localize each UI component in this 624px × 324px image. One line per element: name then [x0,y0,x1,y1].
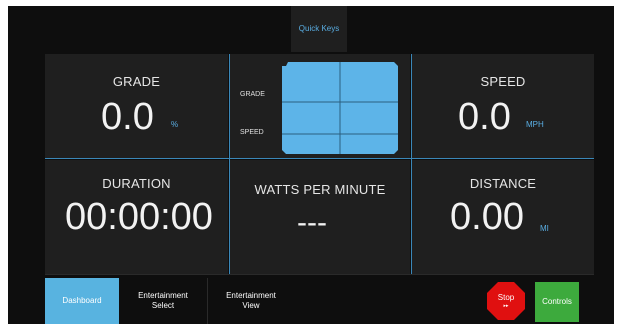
entertainment-select-tab[interactable]: Entertainment Select [121,278,205,324]
divider-horizontal [45,158,594,159]
dashboard-tab-label: Dashboard [62,296,102,305]
treadmill-dashboard-screen: Quick Keys GRADE 0.0 % GRADE SPEED SPEED… [8,6,614,324]
quick-keys-tab[interactable]: Quick Keys [291,6,347,52]
divider-right [411,54,412,274]
duration-title: DURATION [102,176,171,191]
grade-speed-chart [282,62,398,154]
watts-title: WATTS PER MINUTE [254,182,386,197]
distance-title: DISTANCE [469,176,537,191]
grade-title: GRADE [112,74,161,89]
divider-bottom [45,274,594,275]
grade-unit: % [171,120,179,129]
watts-value: --- [297,206,327,239]
duration-value: 00:00:00 [65,196,213,238]
duration-panel: DURATION 00:00:00 [45,160,228,274]
grade-value: 0.0 [101,96,154,138]
entertainment-select-line1: Entertainment [138,291,188,300]
speed-unit: MPH [526,120,544,129]
speed-value: 0.0 [458,96,511,138]
entertainment-view-tab[interactable]: Entertainment View [207,278,294,324]
entertainment-view-line2: View [242,301,260,310]
distance-value: 0.00 [450,196,524,238]
entertainment-view-line1: Entertainment [226,291,276,300]
graph-panel: GRADE SPEED [230,54,410,158]
speed-title: SPEED [480,74,526,89]
watts-panel: WATTS PER MINUTE --- [230,160,410,274]
distance-panel: DISTANCE 0.00 MI [412,160,594,274]
stop-sub-label: ▸▸ [503,303,509,309]
grade-panel: GRADE 0.0 % [45,54,228,158]
distance-unit: MI [540,224,549,233]
controls-button[interactable]: Controls [535,282,579,322]
dashboard-tab[interactable]: Dashboard [45,278,119,324]
stop-label: Stop [497,293,515,302]
speed-panel: SPEED 0.0 MPH [412,54,594,158]
controls-label: Controls [542,297,572,306]
entertainment-select-line2: Select [151,301,175,310]
divider-left [229,54,230,274]
stop-button[interactable]: Stop ▸▸ [487,282,525,320]
